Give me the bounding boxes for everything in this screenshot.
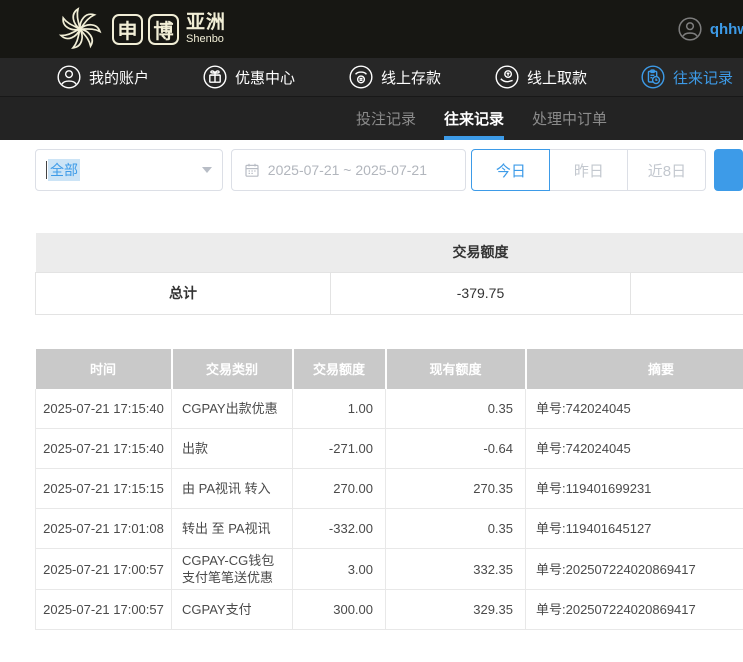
cell-memo: 单号:202507224020869417	[526, 549, 743, 590]
table-row: 2025-07-21 17:15:40 CGPAY出款优惠 1.00 0.35 …	[36, 389, 743, 429]
cell-memo: 单号:202507224020869417	[526, 590, 743, 630]
nav-label: 优惠中心	[235, 67, 295, 88]
cell-balance: -0.64	[386, 429, 526, 469]
logo-subtitle: Shenbo	[186, 34, 226, 45]
avatar-icon	[677, 16, 703, 42]
chevron-down-icon	[202, 167, 212, 173]
records-subnav: 投注记录 往来记录 处理中订单	[0, 97, 743, 140]
text-caret	[46, 161, 47, 179]
cell-amount: -332.00	[293, 509, 386, 549]
records-table: 时间 交易类别 交易额度 现有额度 摘要 2025-07-21 17:15:40…	[35, 349, 743, 631]
nav-label: 往来记录	[673, 67, 733, 88]
col-header-type: 交易类别	[172, 349, 293, 389]
cell-type: CGPAY支付	[172, 590, 293, 630]
cell-type: CGPAY-CG钱包支付笔笔送优惠	[172, 549, 293, 590]
cell-amount: 270.00	[293, 469, 386, 509]
summary-header-row: 交易额度	[36, 233, 743, 272]
tab-label: 处理中订单	[532, 108, 607, 129]
gift-icon	[202, 64, 228, 90]
tab-label: 投注记录	[356, 108, 416, 129]
nav-item-withdraw[interactable]: 线上取款	[494, 64, 587, 90]
records-header-row: 时间 交易类别 交易额度 现有额度 摘要	[36, 349, 743, 389]
brand-logo[interactable]: 申 博 亚洲 Shenbo	[56, 5, 226, 53]
cell-balance: 329.35	[386, 590, 526, 630]
col-header-time: 时间	[36, 349, 172, 389]
records-clipboard-clock-icon	[640, 64, 666, 90]
category-selected-value: 全部	[48, 159, 80, 181]
filter-bar: 全部 2025-07-21 ~ 2025-07-21 今日 昨日 近8日	[35, 149, 743, 191]
flower-logo-icon	[56, 5, 104, 53]
tab-transaction-records[interactable]: 往来记录	[444, 97, 504, 140]
nav-label: 线上取款	[527, 67, 587, 88]
summary-total-label: 总计	[36, 272, 331, 314]
today-button[interactable]: 今日	[471, 149, 550, 191]
summary-total-row: 总计 -379.75	[36, 272, 743, 314]
withdraw-coin-icon	[494, 64, 520, 90]
summary-total-value: -379.75	[331, 272, 631, 314]
logo-text: 亚洲 Shenbo	[186, 13, 226, 45]
top-header: 申 博 亚洲 Shenbo qhhw	[0, 0, 743, 58]
cell-balance: 0.35	[386, 509, 526, 549]
search-button[interactable]	[714, 149, 743, 191]
col-header-amount: 交易额度	[293, 349, 386, 389]
cell-amount: 3.00	[293, 549, 386, 590]
cell-amount: -271.00	[293, 429, 386, 469]
table-row: 2025-07-21 17:00:57 CGPAY支付 300.00 329.3…	[36, 590, 743, 630]
cell-type: 转出 至 PA视讯	[172, 509, 293, 549]
table-row: 2025-07-21 17:00:57 CGPAY-CG钱包支付笔笔送优惠 3.…	[36, 549, 743, 590]
quick-date-button-group: 今日 昨日 近8日	[471, 149, 706, 191]
cell-type: 出款	[172, 429, 293, 469]
summary-header-empty	[36, 233, 331, 272]
table-row: 2025-07-21 17:15:15 由 PA视讯 转入 270.00 270…	[36, 469, 743, 509]
person-icon	[56, 64, 82, 90]
tab-betting-records[interactable]: 投注记录	[356, 97, 416, 140]
col-header-memo: 摘要	[526, 349, 743, 389]
yesterday-button[interactable]: 昨日	[549, 149, 628, 191]
logo-char-2: 博	[148, 14, 179, 45]
last-8-days-button[interactable]: 近8日	[627, 149, 706, 191]
calendar-icon	[244, 162, 260, 178]
summary-table: 交易额度 总计 -379.75	[35, 233, 743, 315]
cell-time: 2025-07-21 17:00:57	[36, 590, 172, 630]
cell-amount: 1.00	[293, 389, 386, 429]
cell-type: 由 PA视讯 转入	[172, 469, 293, 509]
deposit-coin-icon	[348, 64, 374, 90]
summary-empty-cell	[631, 272, 743, 314]
table-row: 2025-07-21 17:01:08 转出 至 PA视讯 -332.00 0.…	[36, 509, 743, 549]
cell-balance: 332.35	[386, 549, 526, 590]
nav-label: 我的账户	[89, 67, 149, 88]
cell-type: CGPAY出款优惠	[172, 389, 293, 429]
nav-item-my-account[interactable]: 我的账户	[56, 64, 149, 90]
cell-balance: 0.35	[386, 389, 526, 429]
summary-header-empty	[631, 233, 743, 272]
nav-item-transaction-records[interactable]: 往来记录	[640, 64, 733, 90]
logo-char-1: 申	[112, 14, 143, 45]
cell-time: 2025-07-21 17:15:40	[36, 429, 172, 469]
cell-memo: 单号:119401699231	[526, 469, 743, 509]
main-nav: 我的账户 优惠中心 线上存款 线上取款	[0, 58, 743, 97]
table-row: 2025-07-21 17:15:40 出款 -271.00 -0.64 单号:…	[36, 429, 743, 469]
cell-time: 2025-07-21 17:00:57	[36, 549, 172, 590]
username: qhhw	[710, 21, 743, 38]
nav-label: 线上存款	[381, 67, 441, 88]
category-select[interactable]: 全部	[35, 149, 223, 191]
cell-memo: 单号:742024045	[526, 429, 743, 469]
tab-processing-orders[interactable]: 处理中订单	[532, 97, 607, 140]
cell-time: 2025-07-21 17:15:40	[36, 389, 172, 429]
cell-memo: 单号:742024045	[526, 389, 743, 429]
cell-time: 2025-07-21 17:01:08	[36, 509, 172, 549]
summary-header-amount: 交易额度	[331, 233, 631, 272]
cell-amount: 300.00	[293, 590, 386, 630]
nav-item-promotions[interactable]: 优惠中心	[202, 64, 295, 90]
cell-time: 2025-07-21 17:15:15	[36, 469, 172, 509]
col-header-balance: 现有额度	[386, 349, 526, 389]
nav-item-deposit[interactable]: 线上存款	[348, 64, 441, 90]
date-range-input[interactable]: 2025-07-21 ~ 2025-07-21	[231, 149, 467, 191]
cell-memo: 单号:119401645127	[526, 509, 743, 549]
date-range-value: 2025-07-21 ~ 2025-07-21	[268, 162, 427, 178]
logo-region: 亚洲	[186, 13, 226, 32]
user-menu[interactable]: qhhw	[677, 16, 743, 42]
cell-balance: 270.35	[386, 469, 526, 509]
tab-label: 往来记录	[444, 108, 504, 129]
